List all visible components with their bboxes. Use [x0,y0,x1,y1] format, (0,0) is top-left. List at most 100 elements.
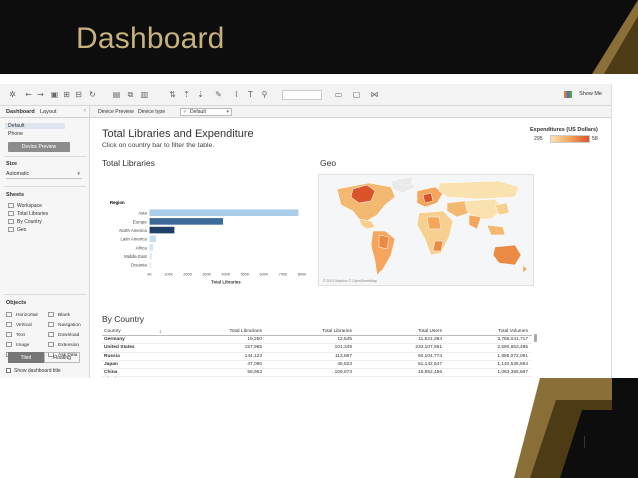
bar[interactable] [149,235,157,243]
sort-icon[interactable]: ⇂ [158,328,162,336]
show-me-icon[interactable] [564,91,572,98]
sheet-total-libraries[interactable]: Total Libraries [8,211,48,217]
add-datasource-icon[interactable]: ⊞ [62,90,71,99]
tiled-toggle[interactable]: Tiled [8,352,44,363]
table-row[interactable]: United States 157,985 101,349 232,107,561 2,… [102,344,532,353]
region-dimension-label: Region [110,200,125,205]
header-libraries[interactable]: Total Libraries [282,328,352,336]
fit-dropdown[interactable] [282,90,322,100]
slide-title: Dashboard [76,22,225,55]
save-icon[interactable]: ▣ [50,90,59,99]
labels-icon[interactable]: T [246,90,255,99]
value-cell: 1,140,535,664 [497,361,528,367]
country-table[interactable]: Country ⇂ Total Librarians Total Librari… [102,328,532,378]
device-preview-label[interactable]: Device Preview [98,109,134,115]
bar[interactable] [149,244,154,251]
device-phone[interactable]: Phone [8,131,23,137]
value-cell: 1,986,072,091 [497,353,528,359]
sheet-workspace[interactable]: Workspace [8,203,42,209]
category-label: Europe [133,219,148,224]
bar[interactable] [149,218,224,225]
device-type-select[interactable]: ✓ Default ▾ [180,108,232,116]
device-default[interactable]: Default [5,123,65,129]
object-navigation[interactable]: Navigation [48,322,81,328]
geo-map[interactable]: © 2021 Mapbox © OpenStreetMap [318,174,534,286]
collapse-icon[interactable]: ‹ [84,108,86,114]
table-header: Country ⇂ Total Librarians Total Librari… [102,328,532,337]
duplicate-icon[interactable]: ⧉ [126,90,135,99]
image-icon [6,342,12,347]
legend-title: Expenditures (US Dollars) [530,127,598,133]
checkbox-icon [6,368,11,373]
table-row[interactable]: Japan 47,090 45,823 61,142,547 1,140,535,664 [102,361,532,369]
highlight-icon[interactable]: ✎ [214,90,223,99]
sheet-by-country[interactable]: By Country [8,219,42,225]
show-me-button[interactable]: Show Me [579,91,602,97]
table-row[interactable]: Ukraine 49,219 39,177 18,167,200 414,804,767 [102,377,532,378]
header-users[interactable]: Total Users [372,328,442,336]
object-text[interactable]: Text [6,332,25,338]
divider [4,156,86,157]
object-blank[interactable]: Blank [48,312,70,318]
tooltip-icon[interactable]: ▢ [352,90,361,99]
floating-toggle[interactable]: Floating [44,352,80,363]
object-vertical[interactable]: Vertical [6,322,32,328]
share-icon[interactable]: ⋈ [370,90,379,99]
sort-asc-icon[interactable]: ⇡ [182,90,191,99]
object-label: Text [16,333,25,338]
size-select[interactable]: Automatic ▾ [6,170,82,179]
value-cell: 232,107,561 [415,345,442,351]
table-row[interactable]: China 58,953 109,673 16,852,456 1,063,356,68… [102,369,532,378]
tab-layout[interactable]: Layout [40,109,57,115]
object-horizontal[interactable]: Horizontal [6,312,38,318]
back-icon[interactable]: ← [24,90,33,99]
new-sheet-icon[interactable]: ▤ [112,90,121,99]
device-preview-button[interactable]: Device Preview [8,142,70,152]
table-row[interactable]: Germany 19,250 12,545 11,521,384 3,765,041,7… [102,336,532,345]
object-image[interactable]: Image [6,342,29,348]
value-cell: 3,765,041,717 [497,337,528,343]
group-icon[interactable]: ⌇ [232,90,241,99]
header-volumes[interactable]: Total Volumes [458,328,528,336]
value-cell: 58,953 [247,369,262,375]
bar[interactable] [149,209,299,217]
bar[interactable] [149,252,152,260]
value-cell: 60,104,774 [417,353,442,359]
object-label: Image [16,343,30,348]
sheets-label: Sheets [6,192,25,198]
size-label: Size [6,161,18,167]
clear-icon[interactable]: ▥ [140,90,149,99]
bar[interactable] [149,226,175,234]
country-cell: China [104,369,118,375]
x-tick-label: 500K [241,273,250,277]
swap-icon[interactable]: ⇅ [168,90,177,99]
region-bar-chart[interactable]: Region Asia Europe North America Latin Ameri… [102,200,314,298]
header-country[interactable]: Country [104,328,121,336]
pin-icon[interactable]: ⚲ [260,90,269,99]
table-row[interactable]: Russia 144,123 113,867 60,104,774 1,986,072,… [102,353,532,361]
tableau-logo-icon[interactable]: ✲ [8,90,17,99]
refresh-icon[interactable]: ↻ [88,90,97,99]
sort-desc-icon[interactable]: ⇣ [196,90,205,99]
x-tick-label: 400K [222,273,231,277]
show-title-checkbox[interactable]: Show dashboard title [6,368,61,374]
forward-icon[interactable]: → [36,90,45,99]
tab-dashboard[interactable]: Dashboard [6,109,35,115]
header-librarians[interactable]: Total Librarians [192,328,262,336]
country-cell: United States [104,345,135,351]
extension-icon [48,342,54,347]
scrollbar[interactable] [534,334,537,342]
color-legend[interactable] [550,135,590,143]
category-label: Asia [138,211,147,216]
sheet-geo[interactable]: Geo [8,227,26,233]
world-map[interactable] [319,175,534,286]
legend-min: 295 [534,136,543,142]
bar[interactable] [149,261,152,269]
blank-icon [48,312,54,317]
object-download[interactable]: Download [48,332,79,338]
object-extension[interactable]: Extension [48,342,79,348]
presentation-icon[interactable]: ▭ [334,90,343,99]
x-tick-label: 200K [183,273,192,277]
datasource-icon[interactable]: ⊟ [74,90,83,99]
x-axis-label: Total Libraries [211,279,241,284]
